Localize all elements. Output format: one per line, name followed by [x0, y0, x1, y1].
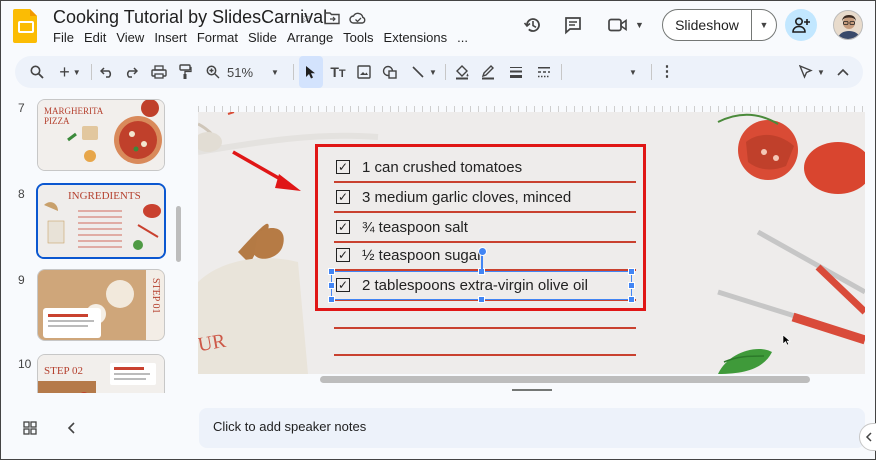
- avatar[interactable]: [833, 10, 863, 40]
- paint-format-icon[interactable]: [175, 56, 195, 88]
- slide-number: 7: [18, 101, 25, 115]
- redo-icon[interactable]: [121, 56, 141, 88]
- divider: [651, 64, 652, 80]
- chevron-down-icon: ▼: [635, 20, 644, 30]
- more-options-icon[interactable]: ⋮: [657, 56, 677, 88]
- speaker-notes-placeholder: Click to add speaker notes: [213, 419, 367, 434]
- slide-9-preview-icon: [38, 270, 164, 340]
- chevron-down-icon: ▼: [817, 67, 825, 77]
- select-cursor-icon[interactable]: [299, 56, 323, 88]
- search-menus-icon[interactable]: [25, 56, 49, 88]
- menu-edit[interactable]: Edit: [84, 30, 111, 45]
- share-button[interactable]: [785, 9, 817, 41]
- menu-more[interactable]: ...: [457, 30, 473, 45]
- red-arrow-icon: [232, 150, 301, 191]
- divider: [445, 64, 446, 80]
- slide-number: 9: [18, 273, 25, 287]
- chevron-down-icon: ▼: [429, 67, 437, 77]
- menu-slide[interactable]: Slide: [248, 30, 282, 45]
- show-side-panel-button[interactable]: [859, 423, 876, 451]
- fill-color-icon[interactable]: [451, 56, 473, 88]
- collapse-toolbar-icon[interactable]: [833, 56, 853, 88]
- bag-label-text: UR: [198, 329, 228, 357]
- slide-number: 10: [18, 357, 32, 371]
- border-dash-icon[interactable]: [533, 56, 555, 88]
- slides-logo-icon[interactable]: [13, 7, 39, 43]
- new-slide-icon[interactable]: + ▼: [55, 56, 85, 88]
- border-weight-icon[interactable]: [505, 56, 527, 88]
- highlight-frame: [315, 144, 646, 311]
- slide-thumbnail-7[interactable]: MARGHERITA PIZZA: [37, 99, 165, 171]
- slideshow-label: Slideshow: [675, 17, 739, 33]
- divider: [293, 64, 294, 80]
- grid-view-icon[interactable]: [23, 421, 37, 438]
- menu-view[interactable]: View: [116, 30, 149, 45]
- menu-tools[interactable]: Tools: [343, 30, 378, 45]
- chevron-down-icon: ▼: [271, 67, 279, 77]
- slideshow-dropdown-icon[interactable]: ▼: [752, 20, 776, 30]
- empty-list-line: [334, 354, 636, 356]
- empty-list-line: [334, 327, 636, 329]
- slide-7-title: MARGHERITA PIZZA: [44, 106, 103, 126]
- menu-insert[interactable]: Insert: [154, 30, 192, 45]
- zoom-select[interactable]: 51% ▼: [227, 56, 289, 88]
- mouse-cursor-icon: [782, 334, 791, 346]
- cloud-status-icon[interactable]: [349, 9, 367, 27]
- move-folder-icon[interactable]: [323, 9, 341, 27]
- meet-icon[interactable]: ▼: [605, 9, 647, 41]
- options-dropdown-icon[interactable]: ▼: [623, 56, 643, 88]
- comments-icon[interactable]: [559, 9, 587, 41]
- slide-9-title: STEP 01: [150, 278, 161, 314]
- chevron-left-icon: [865, 432, 872, 442]
- shape-icon[interactable]: [379, 56, 401, 88]
- document-title[interactable]: Cooking Tutorial by SlidesCarnival: [53, 7, 327, 28]
- toolbar: + ▼ 51% ▼ TT ▼ ▼ ⋮ ▼: [15, 56, 863, 88]
- menu-bar: File Edit View Insert Format Slide Arran…: [53, 30, 478, 45]
- edit-mode-icon[interactable]: ▼: [795, 56, 829, 88]
- slide-10-title: STEP 02: [44, 365, 84, 377]
- menu-extensions[interactable]: Extensions: [384, 30, 453, 45]
- slide-thumbnail-9[interactable]: STEP 01: [37, 269, 165, 341]
- add-person-icon: [792, 17, 810, 33]
- star-icon[interactable]: ☆: [297, 9, 315, 27]
- text-box-icon[interactable]: TT: [327, 56, 349, 88]
- border-color-icon[interactable]: [477, 56, 499, 88]
- collapse-filmstrip-icon[interactable]: [67, 421, 75, 437]
- divider: [91, 64, 92, 80]
- header: Cooking Tutorial by SlidesCarnival ☆ Fil…: [1, 1, 875, 53]
- zoom-icon[interactable]: [203, 56, 223, 88]
- line-icon[interactable]: ▼: [407, 56, 441, 88]
- history-icon[interactable]: [519, 9, 547, 41]
- insert-image-icon[interactable]: [353, 56, 375, 88]
- filmstrip: 7 MARGHERITA PIZZA 8 INGREDIENTS 9 STEP …: [1, 93, 189, 393]
- title-icons: ☆: [297, 9, 367, 27]
- slide-8-title: INGREDIENTS: [68, 190, 141, 202]
- divider: [561, 64, 562, 80]
- speaker-notes[interactable]: Click to add speaker notes: [199, 408, 865, 448]
- slide-thumbnail-8[interactable]: INGREDIENTS: [36, 183, 166, 259]
- slide-thumbnail-10[interactable]: STEP 02: [37, 354, 165, 393]
- print-icon[interactable]: [149, 56, 169, 88]
- undo-icon[interactable]: [97, 56, 117, 88]
- canvas-horizontal-scrollbar[interactable]: [320, 376, 810, 383]
- slide-number: 8: [18, 187, 25, 201]
- filmstrip-scrollbar[interactable]: [176, 206, 181, 262]
- menu-format[interactable]: Format: [197, 30, 243, 45]
- zoom-value: 51%: [227, 64, 254, 80]
- menu-arrange[interactable]: Arrange: [287, 30, 338, 45]
- notes-resize-handle[interactable]: [512, 389, 552, 391]
- menu-file[interactable]: File: [53, 30, 79, 45]
- slideshow-button[interactable]: Slideshow ▼: [662, 9, 777, 41]
